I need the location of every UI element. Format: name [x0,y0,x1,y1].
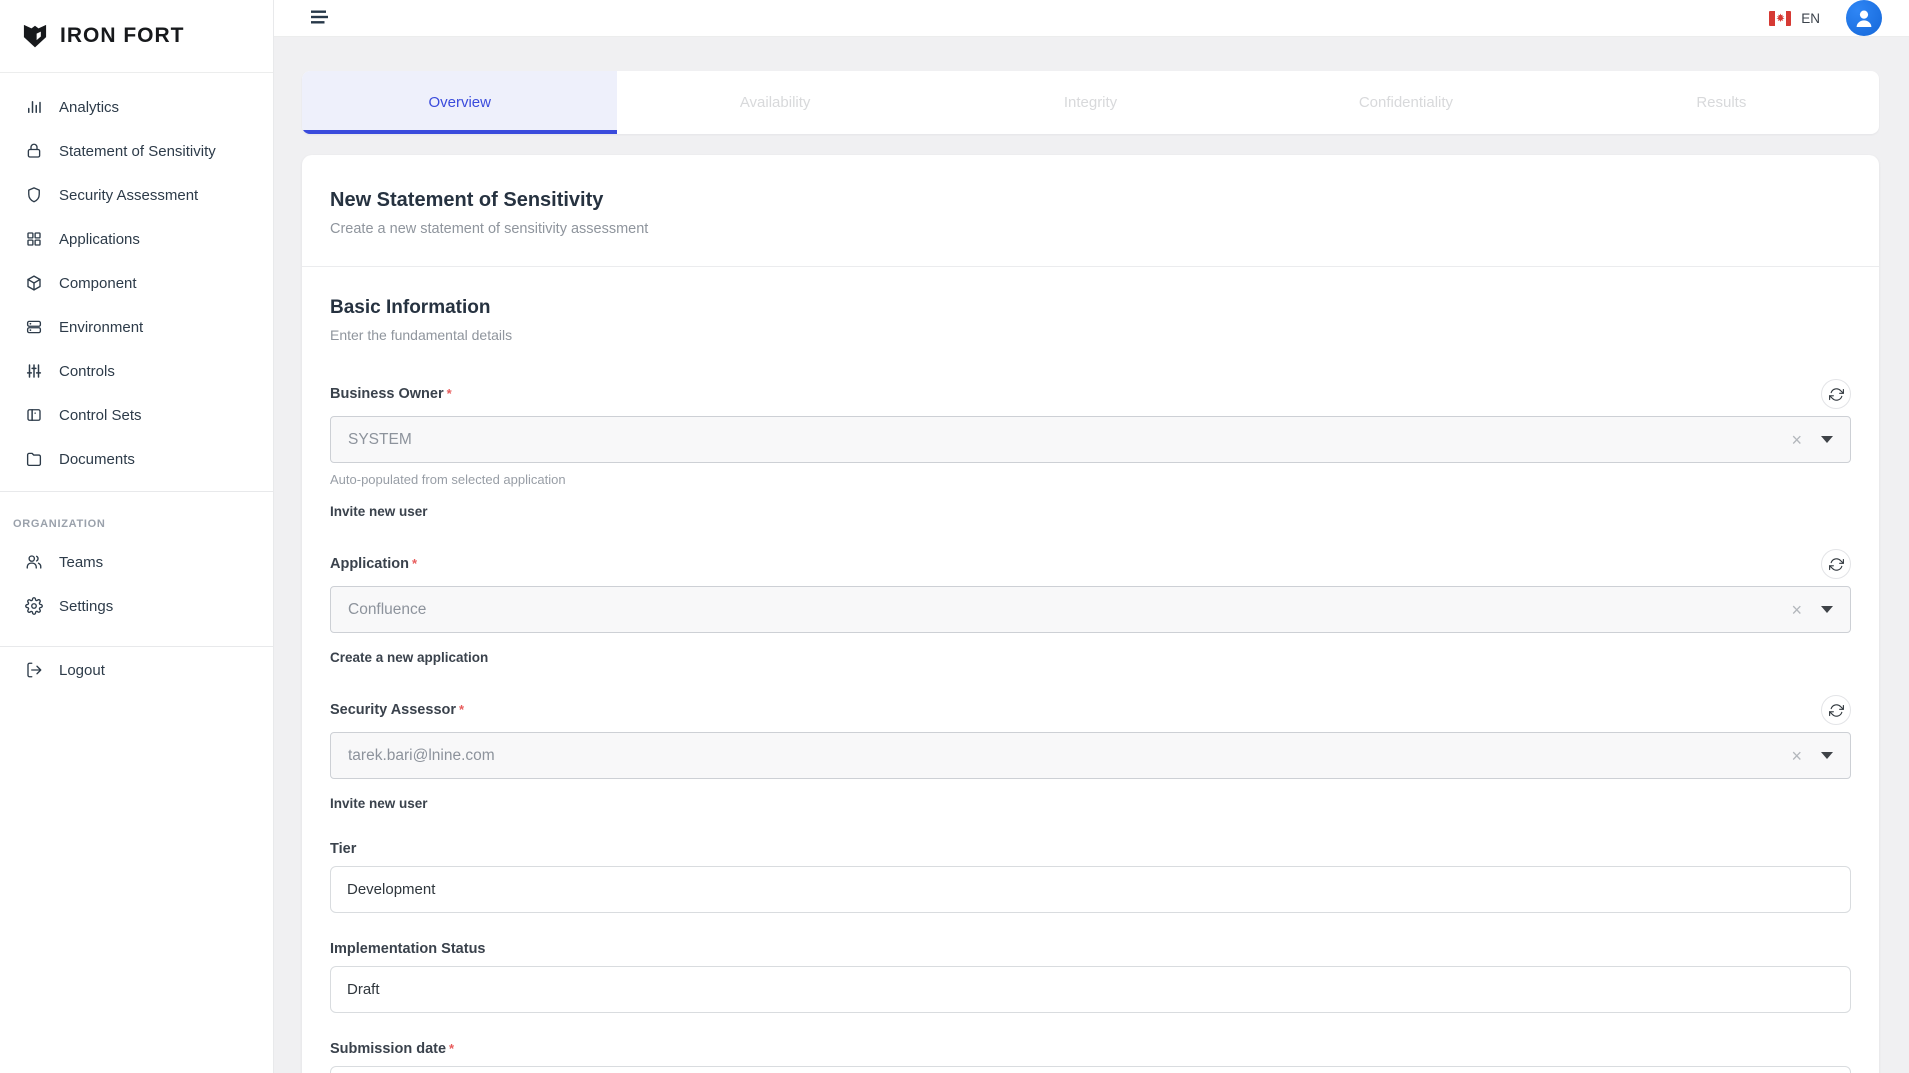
refresh-icon[interactable] [1821,379,1851,409]
tier-input[interactable] [330,866,1851,913]
required-marker: * [459,702,464,717]
submission-date-input[interactable] [330,1066,1851,1073]
tier-label: Tier [330,841,1851,857]
sidebar-item-applications[interactable]: Applications [0,217,273,261]
app-root: IRON FORT Analytics Statement of Sensiti… [0,0,1909,1073]
organization-section-label: ORGANIZATION [0,518,273,530]
sidebar: IRON FORT Analytics Statement of Sensiti… [0,0,274,1073]
field-implementation-status: Implementation Status [330,941,1851,1013]
clear-icon[interactable]: × [1791,747,1802,765]
users-icon [25,553,43,571]
section-subtitle: Enter the fundamental details [330,327,1851,343]
sliders-icon [25,362,43,380]
selected-value: Confluence [348,601,1791,619]
required-marker: * [447,386,452,401]
page-subtitle: Create a new statement of sensitivity as… [330,221,1851,237]
helper-text: Auto-populated from selected application [330,472,1851,487]
sidebar-divider [0,646,273,647]
grid-icon [25,230,43,248]
sidebar-item-controls[interactable]: Controls [0,349,273,393]
create-new-application-link[interactable]: Create a new application [330,650,488,665]
form-card: New Statement of Sensitivity Create a ne… [302,155,1879,1073]
field-application: Application* Confluence × Create a new a… [330,549,1851,667]
caret-down-icon [1821,606,1833,613]
clear-icon[interactable]: × [1791,601,1802,619]
business-owner-select[interactable]: SYSTEM × [330,416,1851,463]
field-submission-date: Submission date* [330,1041,1851,1073]
page-title: New Statement of Sensitivity [330,189,1851,212]
field-business-owner: Business Owner* SYSTEM × Auto-populated … [330,379,1851,521]
field-tier: Tier [330,841,1851,913]
hamburger-icon[interactable] [307,5,333,31]
logout-icon [25,661,43,679]
language-code: EN [1801,11,1820,26]
sidebar-item-analytics[interactable]: Analytics [0,85,273,129]
selected-value: SYSTEM [348,431,1791,449]
refresh-icon[interactable] [1821,549,1851,579]
panel-icon [25,406,43,424]
sidebar-item-control-sets[interactable]: Control Sets [0,393,273,437]
tabbar: Overview Availability Integrity Confiden… [302,71,1879,134]
tab-confidentiality[interactable]: Confidentiality [1248,71,1563,134]
card-header: New Statement of Sensitivity Create a ne… [302,155,1879,266]
tab-integrity[interactable]: Integrity [933,71,1248,134]
bar-chart-icon [25,98,43,116]
canada-flag-icon [1769,11,1791,26]
content: Overview Availability Integrity Confiden… [274,37,1909,1073]
refresh-icon[interactable] [1821,695,1851,725]
lock-icon [25,142,43,160]
sidebar-divider [0,491,273,492]
tab-overview[interactable]: Overview [302,71,617,134]
sidebar-item-environment[interactable]: Environment [0,305,273,349]
fort-icon [21,22,49,50]
implementation-status-label: Implementation Status [330,941,1851,957]
sidebar-item-settings[interactable]: Settings [0,584,273,628]
main-area: EN Overview Availability Integrity Confi… [274,0,1909,1073]
folder-icon [25,450,43,468]
tab-results[interactable]: Results [1564,71,1879,134]
application-select[interactable]: Confluence × [330,586,1851,633]
required-marker: * [412,556,417,571]
field-security-assessor: Security Assessor* tarek.bari@lnine.com … [330,695,1851,813]
sidebar-item-component[interactable]: Component [0,261,273,305]
sidebar-item-documents[interactable]: Documents [0,437,273,481]
gear-icon [25,597,43,615]
required-marker: * [449,1041,454,1056]
server-icon [25,318,43,336]
user-avatar-icon [1852,6,1876,30]
sidebar-item-logout[interactable]: Logout [0,648,273,692]
topbar: EN [274,0,1909,37]
section-title: Basic Information [330,297,1851,319]
sidebar-nav: Analytics Statement of Sensitivity Secur… [0,73,273,692]
package-icon [25,274,43,292]
invite-new-user-link[interactable]: Invite new user [330,504,428,519]
sidebar-item-security-assessment[interactable]: Security Assessment [0,173,273,217]
tab-availability[interactable]: Availability [617,71,932,134]
language-switcher[interactable]: EN [1769,11,1820,26]
caret-down-icon [1821,436,1833,443]
card-body: Basic Information Enter the fundamental … [302,267,1879,1073]
application-label: Application* [330,556,417,572]
selected-value: tarek.bari@lnine.com [348,747,1791,765]
brand-name: IRON FORT [60,24,185,48]
shield-icon [25,186,43,204]
brand-logo[interactable]: IRON FORT [0,0,273,73]
security-assessor-select[interactable]: tarek.bari@lnine.com × [330,732,1851,779]
sidebar-item-statement-of-sensitivity[interactable]: Statement of Sensitivity [0,129,273,173]
clear-icon[interactable]: × [1791,431,1802,449]
user-avatar[interactable] [1846,0,1882,36]
business-owner-label: Business Owner* [330,386,452,402]
invite-new-user-link[interactable]: Invite new user [330,796,428,811]
submission-date-label: Submission date* [330,1041,1851,1057]
caret-down-icon [1821,752,1833,759]
topbar-right: EN [1769,0,1882,36]
implementation-status-input[interactable] [330,966,1851,1013]
sidebar-item-teams[interactable]: Teams [0,540,273,584]
security-assessor-label: Security Assessor* [330,702,464,718]
